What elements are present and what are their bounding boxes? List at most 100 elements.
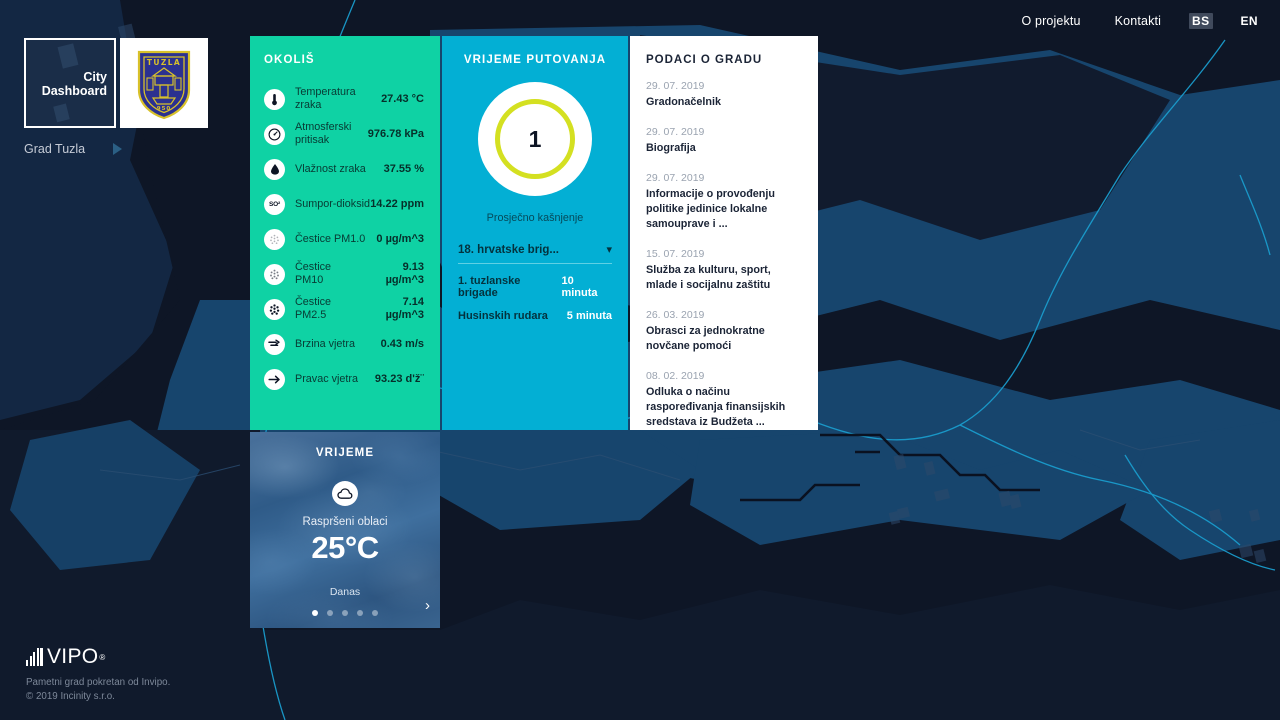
environment-row-label: Pravac vjetra — [295, 372, 359, 385]
footer-tagline: Pametni grad pokretan od Invipo. — [26, 677, 171, 688]
brand-row: City Dashboard TUZLA 950 — [24, 38, 208, 128]
environment-row[interactable]: Atmosferski pritisak 976.78 kPa — [264, 117, 424, 151]
environment-row[interactable]: Čestice PM2.5 7.14 µg/m^3 — [264, 292, 424, 326]
particles-pm1-icon — [264, 228, 285, 250]
travel-route-item[interactable]: Husinskih rudara 5 minuta — [458, 310, 612, 322]
so2-icon: SO² — [264, 193, 285, 215]
city-next-arrow-icon[interactable] — [113, 143, 123, 155]
environment-row-label: Vlažnost zraka — [295, 162, 366, 175]
city-news-date: 29. 07. 2019 — [646, 172, 705, 184]
lang-switch-en[interactable]: EN — [1241, 14, 1258, 28]
environment-row-label: Čestice PM2.5 — [295, 296, 332, 321]
environment-row[interactable]: SO² Sumpor-dioksid 14.22 ppm — [264, 187, 424, 221]
weather-dot[interactable] — [312, 610, 318, 616]
lang-switch-bs[interactable]: BS — [1189, 13, 1213, 29]
travel-delay-caption: Prosječno kašnjenje — [486, 212, 584, 224]
environment-row-label: Temperatura zraka — [295, 86, 356, 111]
travel-route-select-label: 18. hrvatske brig... — [458, 244, 559, 256]
travel-route-name: 1. tuzlanske brigade — [458, 275, 521, 299]
city-news-title: Odluka o načinu raspoređivanja finansijs… — [646, 386, 786, 428]
travel-delay-gauge: 1 — [478, 82, 592, 196]
svg-text:950: 950 — [157, 106, 171, 112]
environment-row-label: Čestice PM1.0 — [295, 232, 366, 245]
environment-row-label: Sumpor-dioksid — [295, 197, 371, 210]
city-news-item[interactable]: 15. 07. 2019 Služba za kulturu, sport, m… — [646, 248, 802, 293]
environment-row-label: Čestice PM10 — [295, 261, 332, 286]
environment-row-value: 0.43 m/s — [380, 337, 424, 350]
city-dashboard-tile[interactable]: City Dashboard — [24, 38, 116, 128]
environment-row[interactable]: Vlažnost zraka 37.55 % — [264, 152, 424, 186]
droplet-icon — [264, 158, 285, 180]
city-name-row: Grad Tuzla — [24, 142, 208, 156]
weather-day-label: Danas — [329, 586, 361, 598]
travel-delay-gauge-ring: 1 — [495, 99, 575, 179]
city-news-date: 08. 02. 2019 — [646, 370, 705, 382]
invipo-wordmark: VIPO — [47, 645, 99, 668]
city-name-label: Grad Tuzla — [24, 142, 86, 156]
city-dashboard-label: City Dashboard — [41, 70, 107, 98]
travel-delay-value: 1 — [528, 125, 542, 152]
environment-row-value: 976.78 kPa — [367, 127, 424, 140]
environment-measurement-list: Temperatura zraka 27.43 °C Atmosferski p… — [264, 82, 424, 396]
weather-pagination-dots — [312, 610, 378, 616]
environment-row-label: Brzina vjetra — [295, 337, 356, 350]
environment-row[interactable]: Čestice PM10 9.13 µg/m^3 — [264, 257, 424, 291]
city-news-date: 29. 07. 2019 — [646, 80, 705, 92]
travel-route-time: 5 minuta — [566, 310, 612, 322]
city-news-item[interactable]: 29. 07. 2019 Informacije o provođenju po… — [646, 172, 802, 232]
footer-copyright: © 2019 Incinity s.r.o. — [26, 691, 115, 702]
travel-route-time: 10 minuta — [561, 275, 598, 299]
weather-panel-title: VRIJEME — [315, 447, 375, 459]
tuzla-crest-icon: TUZLA 950 — [137, 50, 191, 120]
environment-row-label: Atmosferski pritisak — [295, 121, 352, 146]
environment-row-value: 93.23 d'ž¨ — [374, 372, 424, 385]
environment-row-value: 9.13 µg/m^3 — [385, 261, 424, 286]
city-news-item[interactable]: 08. 02. 2019 Odluka o načinu raspoređiva… — [646, 370, 802, 430]
environment-row[interactable]: Pravac vjetra 93.23 d'ž¨ — [264, 362, 424, 396]
particles-pm25-icon — [264, 298, 285, 320]
thermometer-icon — [264, 88, 285, 110]
environment-row[interactable]: Brzina vjetra 0.43 m/s — [264, 327, 424, 361]
top-navigation: O projektu Kontakti BS EN — [987, 0, 1280, 42]
city-news-item[interactable]: 26. 03. 2019 Obrasci za jednokratne novč… — [646, 309, 802, 354]
city-news-date: 26. 03. 2019 — [646, 309, 705, 321]
environment-row[interactable]: Temperatura zraka 27.43 °C — [264, 82, 424, 116]
brand-block: City Dashboard TUZLA 950 Grad Tuzla — [24, 38, 208, 156]
weather-dot[interactable] — [327, 610, 333, 616]
city-news-date: 29. 07. 2019 — [646, 126, 705, 138]
weather-next-arrow-icon[interactable]: › — [425, 597, 430, 614]
weather-panel: VRIJEME Raspršeni oblaci 25°C Danas › — [250, 432, 440, 628]
weather-description: Raspršeni oblaci — [302, 516, 388, 528]
travel-route-item[interactable]: 1. tuzlanske brigade 10 minuta — [458, 275, 612, 299]
environment-panel: OKOLIŠ Temperatura zraka 27.43 °C Atmosf… — [250, 36, 440, 430]
tuzla-crest-tile[interactable]: TUZLA 950 — [120, 38, 208, 128]
city-news-list: 29. 07. 2019 Gradonačelnik 29. 07. 2019 … — [646, 80, 802, 430]
city-data-panel-title: PODACI O GRADU — [646, 54, 763, 66]
invipo-logo[interactable]: VIPO ® — [26, 645, 170, 668]
invipo-registered-mark: ® — [99, 652, 106, 662]
nav-link-contacts[interactable]: Kontakti — [1115, 14, 1161, 28]
city-news-item[interactable]: 29. 07. 2019 Gradonačelnik — [646, 80, 802, 110]
city-news-title: Biografija — [646, 142, 696, 154]
environment-row[interactable]: Čestice PM1.0 0 µg/m^3 — [264, 222, 424, 256]
environment-row-value: 7.14 µg/m^3 — [385, 296, 424, 321]
wind-direction-icon — [264, 368, 285, 390]
svg-text:TUZLA: TUZLA — [147, 58, 181, 67]
weather-dot[interactable] — [357, 610, 363, 616]
city-news-item[interactable]: 29. 07. 2019 Biografija — [646, 126, 802, 156]
weather-dot[interactable] — [372, 610, 378, 616]
city-data-panel: PODACI O GRADU 29. 07. 2019 Gradonačelni… — [630, 36, 818, 430]
footer: VIPO ® Pametni grad pokretan od Invipo. … — [26, 645, 171, 704]
nav-link-about[interactable]: O projektu — [1021, 14, 1080, 28]
cloud-icon — [332, 481, 358, 506]
city-news-title: Gradonačelnik — [646, 96, 722, 108]
travel-panel-title: VRIJEME PUTOVANJA — [463, 54, 607, 66]
environment-row-value: 27.43 °C — [381, 92, 424, 105]
weather-dot[interactable] — [342, 610, 348, 616]
travel-route-select[interactable]: 18. hrvatske brig... ▾ — [458, 244, 612, 264]
city-news-title: Služba za kulturu, sport, mlade i socija… — [646, 264, 771, 291]
weather-panel-inner: VRIJEME Raspršeni oblaci 25°C Danas — [250, 432, 440, 628]
weather-temperature: 25°C — [311, 530, 379, 565]
city-news-title: Obrasci za jednokratne novčane pomoći — [646, 325, 765, 352]
travel-route-name: Husinskih rudara — [458, 310, 548, 322]
